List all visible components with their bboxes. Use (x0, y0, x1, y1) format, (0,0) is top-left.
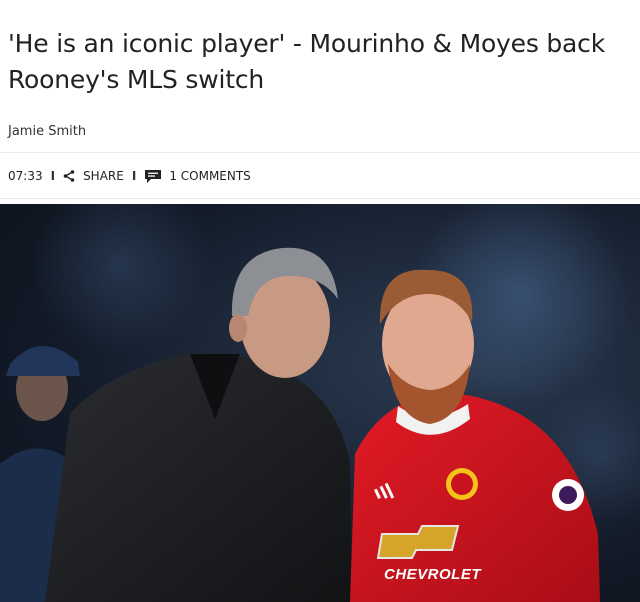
share-label: SHARE (83, 169, 124, 183)
meta-separator: I (131, 169, 137, 183)
hero-photo-illustration (0, 204, 640, 602)
article-meta-bar: 07:33 I SHARE I 1 COMMENTS (8, 166, 251, 186)
divider-top (0, 152, 640, 153)
comment-icon (145, 169, 162, 183)
jersey-sponsor-text: CHEVROLET (384, 566, 482, 583)
share-button[interactable]: SHARE (63, 169, 124, 183)
article-hero-image[interactable]: CHEVROLET (0, 204, 640, 602)
divider-bottom (0, 198, 640, 199)
publish-time: 07:33 (8, 169, 43, 183)
meta-separator: I (50, 169, 56, 183)
author-name[interactable]: Jamie Smith (8, 124, 86, 139)
article-headline: 'He is an iconic player' - Mourinho & Mo… (8, 29, 606, 94)
comments-link[interactable]: 1 COMMENTS (144, 169, 251, 184)
share-icon (63, 170, 75, 182)
comments-label: 1 COMMENTS (169, 169, 251, 183)
